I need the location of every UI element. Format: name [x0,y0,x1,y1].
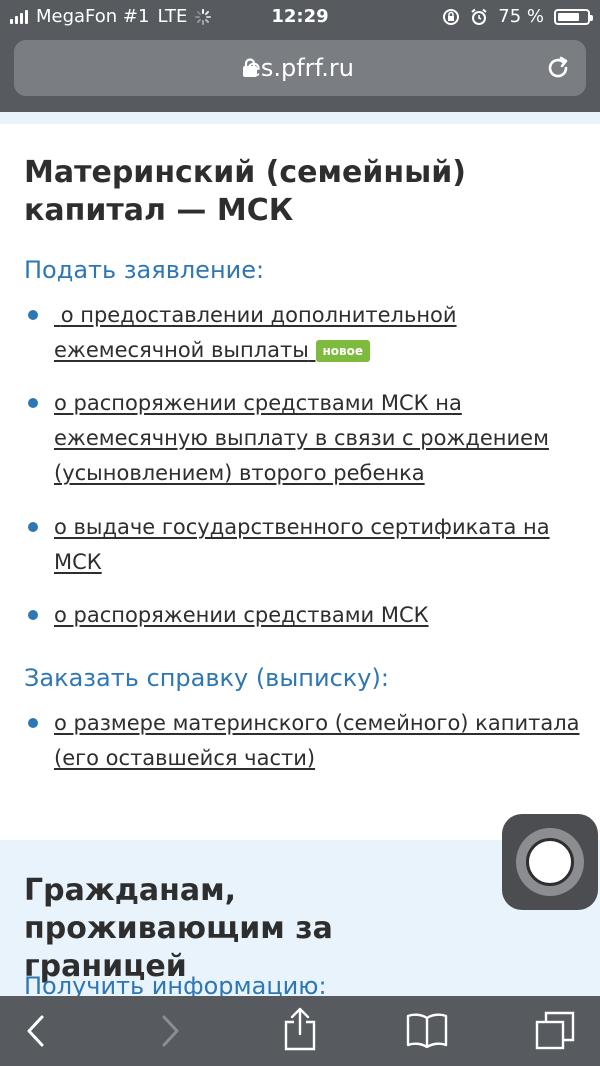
browser-toolbar [0,996,600,1066]
address-bar[interactable]: es.pfrf.ru [14,40,586,96]
alarm-icon [471,8,487,25]
apply-heading: Подать заявление: [24,256,265,284]
forward-icon[interactable] [158,1014,182,1048]
browser-chrome-top: MegaFon #1 LTE 12:29 75 % es.pfrf.ru [0,0,600,112]
share-icon[interactable] [282,1006,318,1052]
tabs-icon[interactable] [534,1010,576,1050]
battery-percent: 75 % [498,6,544,27]
back-icon[interactable] [24,1014,48,1048]
bookmarks-icon[interactable] [405,1012,449,1048]
section-title-msk: Материнский (семейный) капитал — МСК [24,155,467,228]
section-title-abroad: Гражданам, проживающим за границей [24,873,333,984]
address-domain: es.pfrf.ru [246,54,354,82]
bullet-icon [28,522,38,532]
assistive-touch-icon [526,838,574,886]
orientation-lock-icon [443,8,460,25]
certificate-heading: Заказать справку (выписку): [24,664,389,692]
status-bar: MegaFon #1 LTE 12:29 75 % [0,0,600,34]
bullet-icon [28,610,38,620]
certificate-link-balance[interactable]: о размере материнского (семейного) капит… [54,706,584,776]
bullet-icon [28,398,38,408]
list-item[interactable]: о распоряжении средствами МСК на ежемеся… [24,386,584,491]
apply-link-additional-payment[interactable]: о предоставлении дополнительной ежемесяч… [54,303,457,362]
apply-link-monthly-payment[interactable]: о распоряжении средствами МСК на ежемеся… [54,386,584,491]
battery-icon [554,8,593,25]
assistive-touch-button[interactable] [502,814,598,910]
bullet-icon [28,310,38,320]
reload-icon[interactable] [544,54,572,82]
apply-link-certificate[interactable]: о выдаче государственного сертификата на… [54,510,584,580]
apply-link-disposal[interactable]: о распоряжении средствами МСК [54,598,584,633]
list-item[interactable]: о размере материнского (семейного) капит… [24,706,584,776]
list-item[interactable]: о предоставлении дополнительной ежемесяч… [24,298,584,368]
list-item[interactable]: о выдаче государственного сертификата на… [24,510,584,580]
list-item[interactable]: о распоряжении средствами МСК [24,598,584,633]
new-badge: новое [315,340,371,362]
bullet-icon [28,718,38,728]
